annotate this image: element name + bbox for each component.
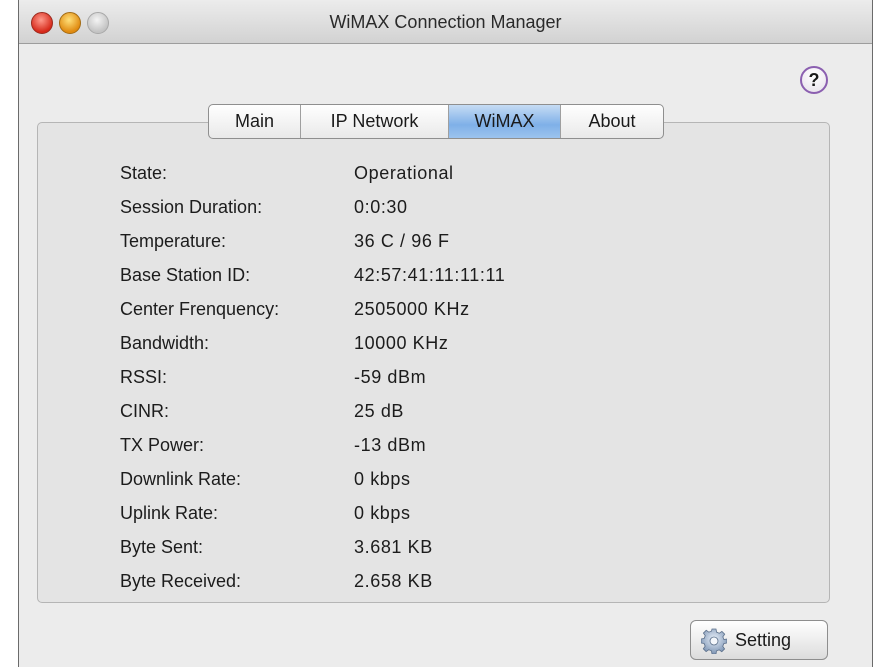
tab-ip-network[interactable]: IP Network <box>301 105 449 138</box>
wimax-info-panel <box>37 122 830 603</box>
center-frequency-label: Center Frenquency: <box>120 299 280 319</box>
state-value: Operational <box>354 163 454 183</box>
gear-icon <box>701 628 727 654</box>
downlink-rate-label: Downlink Rate: <box>120 469 242 489</box>
tab-bar: Main IP Network WiMAX About <box>208 104 664 139</box>
byte-sent-value: 3.681 KB <box>354 537 433 557</box>
rssi-label: RSSI: <box>120 367 168 387</box>
byte-sent-label: Byte Sent: <box>120 537 204 557</box>
tab-main[interactable]: Main <box>209 105 301 138</box>
byte-received-value: 2.658 KB <box>354 571 433 591</box>
help-icon[interactable]: ? <box>800 66 828 94</box>
bandwidth-label: Bandwidth: <box>120 333 210 353</box>
rssi-value: -59 dBm <box>354 367 427 387</box>
setting-button-label: Setting <box>735 630 792 650</box>
center-frequency-value: 2505000 KHz <box>354 299 470 319</box>
base-station-id-label: Base Station ID: <box>120 265 251 285</box>
tab-wimax[interactable]: WiMAX <box>449 105 561 138</box>
bandwidth-value: 10000 KHz <box>354 333 449 353</box>
cinr-value: 25 dB <box>354 401 405 421</box>
byte-received-label: Byte Received: <box>120 571 242 591</box>
downlink-rate-value: 0 kbps <box>354 469 411 489</box>
tab-about[interactable]: About <box>561 105 663 138</box>
uplink-rate-value: 0 kbps <box>354 503 411 523</box>
state-label: State: <box>120 163 168 183</box>
base-station-id-value: 42:57:41:11:11:11 <box>354 265 506 285</box>
cinr-label: CINR: <box>120 401 169 421</box>
title-bar[interactable]: WiMAX Connection Manager <box>19 0 872 44</box>
tx-power-value: -13 dBm <box>354 435 427 455</box>
uplink-rate-label: Uplink Rate: <box>120 503 219 523</box>
setting-button[interactable]: Setting <box>690 620 828 660</box>
temperature-label: Temperature: <box>120 231 227 251</box>
tx-power-label: TX Power: <box>120 435 205 455</box>
temperature-value: 36 C / 96 F <box>354 231 450 251</box>
window-title: WiMAX Connection Manager <box>329 12 562 32</box>
session-duration-value: 0:0:30 <box>354 197 408 217</box>
session-duration-label: Session Duration: <box>120 197 263 217</box>
